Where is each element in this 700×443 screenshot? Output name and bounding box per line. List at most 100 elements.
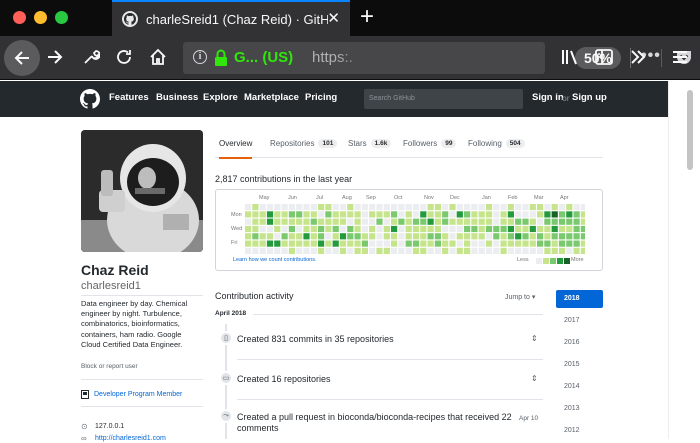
- contribution-day-cell[interactable]: [361, 204, 368, 211]
- info-icon[interactable]: i: [193, 50, 207, 64]
- contribution-day-cell[interactable]: [500, 233, 507, 240]
- contribution-day-cell[interactable]: [515, 225, 522, 233]
- contribution-day-cell[interactable]: [347, 240, 354, 247]
- zoom-window-button[interactable]: [55, 11, 68, 24]
- contribution-day-cell[interactable]: [398, 240, 405, 247]
- contribution-day-cell[interactable]: [507, 211, 514, 218]
- contribution-day-cell[interactable]: [325, 225, 332, 233]
- nav-business[interactable]: Business: [156, 92, 198, 103]
- contribution-day-cell[interactable]: [252, 225, 259, 233]
- contribution-day-cell[interactable]: [376, 225, 383, 233]
- browser-tab[interactable]: charleSreid1 (Chaz Reid) · GitHub ✕: [112, 0, 350, 36]
- contribution-day-cell[interactable]: [318, 247, 325, 254]
- year-link-2013[interactable]: 2013: [556, 400, 603, 418]
- contribution-day-cell[interactable]: [274, 218, 281, 225]
- contribution-day-cell[interactable]: [252, 240, 259, 247]
- contribution-day-cell[interactable]: [537, 204, 544, 211]
- sign-up-link[interactable]: Sign up: [572, 92, 607, 103]
- contribution-day-cell[interactable]: [478, 218, 485, 225]
- contribution-day-cell[interactable]: [405, 218, 412, 225]
- contribution-day-cell[interactable]: [391, 247, 398, 254]
- contribution-day-cell[interactable]: [259, 233, 266, 240]
- contribution-day-cell[interactable]: [471, 233, 478, 240]
- contribution-day-cell[interactable]: [515, 218, 522, 225]
- contribution-day-cell[interactable]: [566, 225, 573, 233]
- contribution-day-cell[interactable]: [464, 225, 471, 233]
- contribution-day-cell[interactable]: [500, 211, 507, 218]
- contribution-day-cell[interactable]: [281, 225, 288, 233]
- contribution-day-cell[interactable]: [274, 204, 281, 211]
- contribution-day-cell[interactable]: [558, 211, 566, 218]
- contribution-day-cell[interactable]: [376, 233, 383, 240]
- contribution-day-cell[interactable]: [405, 204, 412, 211]
- contribution-day-cell[interactable]: [310, 204, 317, 211]
- contribution-day-cell[interactable]: [266, 247, 274, 254]
- contribution-day-cell[interactable]: [485, 225, 493, 233]
- contribution-day-cell[interactable]: [303, 247, 310, 254]
- contribution-day-cell[interactable]: [325, 211, 332, 218]
- contribution-day-cell[interactable]: [245, 211, 252, 218]
- contribution-day-cell[interactable]: [303, 204, 310, 211]
- contribution-day-cell[interactable]: [471, 225, 478, 233]
- contribution-day-cell[interactable]: [339, 204, 347, 211]
- contribution-day-cell[interactable]: [493, 247, 500, 254]
- contribution-day-cell[interactable]: [412, 225, 420, 233]
- contribution-day-cell[interactable]: [580, 218, 585, 225]
- contribution-day-cell[interactable]: [412, 247, 420, 254]
- nav-marketplace[interactable]: Marketplace: [244, 92, 299, 103]
- contribution-day-cell[interactable]: [493, 233, 500, 240]
- contribution-day-cell[interactable]: [281, 211, 288, 218]
- contribution-day-cell[interactable]: [266, 240, 274, 247]
- contribution-day-cell[interactable]: [252, 211, 259, 218]
- contribution-day-cell[interactable]: [339, 247, 347, 254]
- contribution-day-cell[interactable]: [434, 218, 441, 225]
- contribution-day-cell[interactable]: [296, 247, 303, 254]
- contribution-day-cell[interactable]: [420, 218, 427, 225]
- contribution-day-cell[interactable]: [288, 204, 295, 211]
- contribution-day-cell[interactable]: [515, 233, 522, 240]
- contribution-day-cell[interactable]: [361, 218, 368, 225]
- block-report-link[interactable]: Block or report user: [81, 363, 138, 370]
- contribution-day-cell[interactable]: [412, 233, 420, 240]
- contribution-day-cell[interactable]: [449, 247, 456, 254]
- contribution-day-cell[interactable]: [442, 218, 449, 225]
- contribution-day-cell[interactable]: [259, 218, 266, 225]
- contribution-day-cell[interactable]: [573, 240, 580, 247]
- contribution-day-cell[interactable]: [412, 204, 420, 211]
- contribution-day-cell[interactable]: [449, 204, 456, 211]
- contribution-day-cell[interactable]: [405, 233, 412, 240]
- contribution-day-cell[interactable]: [398, 225, 405, 233]
- contribution-day-cell[interactable]: [558, 233, 566, 240]
- contribution-day-cell[interactable]: [325, 204, 332, 211]
- contribution-day-cell[interactable]: [537, 218, 544, 225]
- contribution-day-cell[interactable]: [325, 233, 332, 240]
- contribution-day-cell[interactable]: [332, 218, 339, 225]
- forward-button[interactable]: [46, 48, 64, 66]
- menu-button[interactable]: [671, 48, 689, 66]
- contribution-day-cell[interactable]: [493, 225, 500, 233]
- contribution-day-cell[interactable]: [449, 233, 456, 240]
- search-input[interactable]: Search GitHub: [364, 89, 523, 109]
- contribution-day-cell[interactable]: [288, 218, 295, 225]
- contribution-day-cell[interactable]: [449, 218, 456, 225]
- contribution-day-cell[interactable]: [522, 218, 529, 225]
- new-tab-icon[interactable]: +: [360, 5, 374, 29]
- contribution-day-cell[interactable]: [339, 240, 347, 247]
- contribution-day-cell[interactable]: [500, 240, 507, 247]
- contribution-day-cell[interactable]: [456, 218, 463, 225]
- contribution-day-cell[interactable]: [391, 204, 398, 211]
- contribution-day-cell[interactable]: [405, 225, 412, 233]
- contribution-day-cell[interactable]: [412, 211, 420, 218]
- contribution-day-cell[interactable]: [456, 247, 463, 254]
- contribution-day-cell[interactable]: [485, 240, 493, 247]
- contribution-day-cell[interactable]: [369, 233, 376, 240]
- contribution-day-cell[interactable]: [544, 233, 551, 240]
- contribution-day-cell[interactable]: [515, 247, 522, 254]
- contribution-day-cell[interactable]: [361, 225, 368, 233]
- contribution-day-cell[interactable]: [573, 204, 580, 211]
- address-bar[interactable]: i G... (US) https:. 50% ••• ☆: [183, 42, 691, 74]
- year-link-2018[interactable]: 2018: [556, 290, 603, 308]
- contribution-day-cell[interactable]: [354, 211, 361, 218]
- contribution-day-cell[interactable]: [529, 240, 536, 247]
- contribution-day-cell[interactable]: [500, 247, 507, 254]
